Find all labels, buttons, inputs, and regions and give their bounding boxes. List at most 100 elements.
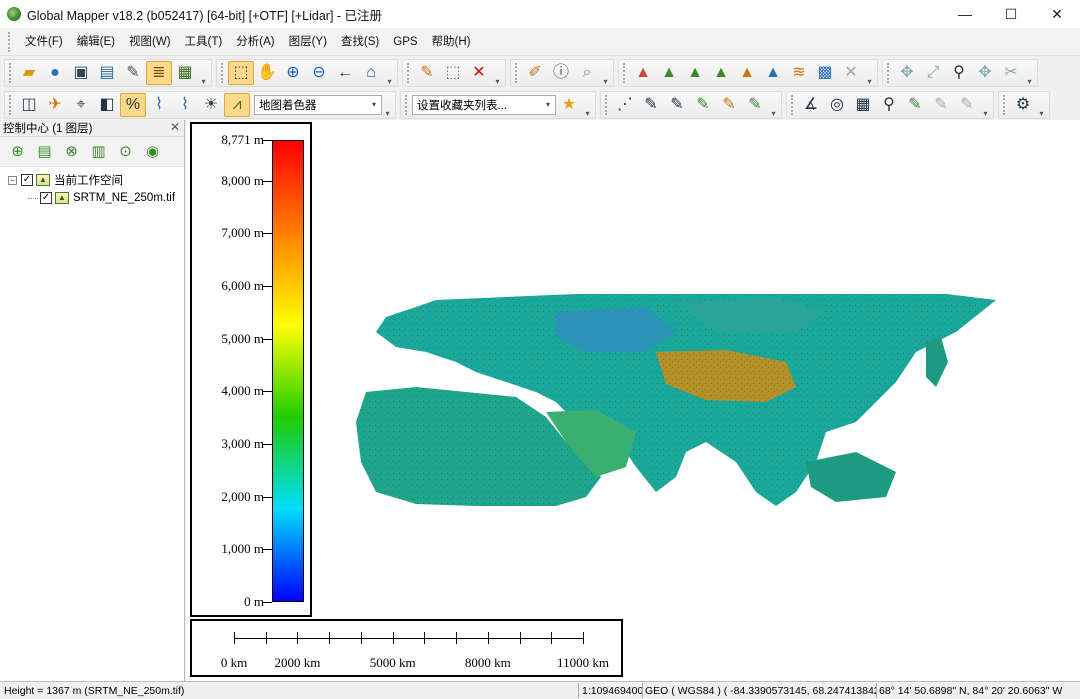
menu-gps[interactable]: GPS	[386, 31, 424, 53]
pencil-icon[interactable]: ✎	[414, 61, 440, 85]
contour-icon[interactable]: ≋	[786, 61, 812, 85]
menu-grip[interactable]	[8, 31, 12, 52]
info-icon[interactable]: ⓘ	[548, 61, 574, 85]
layer-metadata-icon[interactable]: ▥	[85, 140, 112, 164]
scale-icon[interactable]: ⤢	[920, 61, 946, 85]
chevron-down-icon[interactable]: ▾	[1026, 60, 1033, 86]
zoom-layer-icon[interactable]: ⊕	[4, 140, 31, 164]
water-level-icon[interactable]: ⌇	[146, 93, 172, 117]
tools-disabled-icon[interactable]: ✕	[838, 61, 864, 85]
shader-select[interactable]: 地图着色器 ▾	[254, 94, 382, 115]
zoom-out-icon[interactable]: ⊖	[306, 61, 332, 85]
toolbar-grip[interactable]	[405, 94, 408, 115]
create-range-icon[interactable]: ✎	[716, 93, 742, 117]
create-point-icon[interactable]: ⋰	[612, 93, 638, 117]
pan-hand-icon[interactable]: ✋	[254, 61, 280, 85]
menu-edit[interactable]: 编辑(E)	[70, 31, 122, 53]
split-icon[interactable]: ✂	[998, 61, 1024, 85]
menu-tools[interactable]: 工具(T)	[178, 31, 230, 53]
maximize-button[interactable]: ☐	[988, 0, 1034, 28]
toolbar-grip[interactable]	[605, 94, 608, 115]
chevron-down-icon[interactable]: ▾	[866, 60, 873, 86]
zoom-in-icon[interactable]: ⊕	[280, 61, 306, 85]
wrench-icon[interactable]: ✎	[120, 61, 146, 85]
toolbar-grip[interactable]	[9, 63, 12, 83]
menu-search[interactable]: 查找(S)	[334, 31, 386, 53]
ruler-icon[interactable]: ✐	[522, 61, 548, 85]
terrain-green-icon[interactable]: ▲	[656, 61, 682, 85]
chevron-down-icon[interactable]: ▾	[200, 60, 207, 86]
chevron-down-icon[interactable]: ▾	[982, 92, 989, 118]
crosshair-icon[interactable]: ⌖	[68, 93, 94, 117]
chevron-down-icon[interactable]: ▾	[367, 96, 381, 114]
home-icon[interactable]: ⌂	[358, 61, 384, 85]
map-view[interactable]: 8,771 m 8,000 m 7,000 m 6,000 m 5,000 m 4,000…	[186, 120, 1080, 681]
pencil-disabled-icon[interactable]: ✎	[928, 93, 954, 117]
menu-file[interactable]: 文件(F)	[18, 31, 70, 53]
delete-x-icon[interactable]: ✕	[466, 61, 492, 85]
pencil-edit-icon[interactable]: ✎	[902, 93, 928, 117]
angle-icon[interactable]: ∡	[798, 93, 824, 117]
chevron-down-icon[interactable]: ▾	[386, 60, 393, 86]
menu-view[interactable]: 视图(W)	[122, 31, 178, 53]
root-checkbox[interactable]: ✓	[21, 174, 33, 186]
sun-icon[interactable]: ☀	[198, 93, 224, 117]
globe-icon[interactable]: ●	[42, 61, 68, 85]
toolbar-grip[interactable]	[9, 94, 12, 115]
viewshed-icon[interactable]: ▲	[734, 61, 760, 85]
create-buffer-icon[interactable]: ✎	[742, 93, 768, 117]
vertex-edit-icon[interactable]: ⚲	[946, 61, 972, 85]
map-layout-icon[interactable]: ▦	[172, 61, 198, 85]
path-profile-icon[interactable]: ✈	[42, 93, 68, 117]
light-icon[interactable]: ⌇	[172, 93, 198, 117]
zoom-full-icon[interactable]: ⊙	[112, 140, 139, 164]
collapse-icon[interactable]: −	[8, 175, 17, 185]
select-rect-icon[interactable]: ⬚	[440, 61, 466, 85]
minimize-button[interactable]: —	[942, 0, 988, 28]
create-arc-icon[interactable]: ✎	[664, 93, 690, 117]
watershed-icon[interactable]: ▲	[760, 61, 786, 85]
close-button[interactable]: ✕	[1034, 0, 1080, 28]
search-feature-icon[interactable]: ⌕	[574, 61, 600, 85]
close-icon[interactable]: ✕	[170, 120, 180, 134]
layer-options-icon[interactable]: ▤	[31, 140, 58, 164]
menu-analysis[interactable]: 分析(A)	[229, 31, 281, 53]
star-icon[interactable]: ★	[556, 93, 582, 117]
toolbar-grip[interactable]	[887, 63, 890, 83]
terrain-profile-icon[interactable]: ▲	[682, 61, 708, 85]
toolbar-grip[interactable]	[407, 63, 410, 83]
open-folder-icon[interactable]: ▰	[16, 61, 42, 85]
terrain-icon[interactable]: ▲	[630, 61, 656, 85]
chevron-down-icon[interactable]: ▾	[541, 96, 555, 114]
chevron-down-icon[interactable]: ▾	[584, 92, 591, 118]
chevron-down-icon[interactable]: ▾	[602, 60, 609, 86]
toolbar-grip[interactable]	[623, 63, 626, 83]
toolbar-grip[interactable]	[791, 94, 794, 115]
shader-icon[interactable]: ⩘	[224, 92, 250, 117]
edit-disabled-icon[interactable]: ✎	[954, 93, 980, 117]
favorites-select[interactable]: 设置收藏夹列表... ▾	[412, 94, 556, 115]
move-icon[interactable]: ✥	[894, 61, 920, 85]
create-area-icon[interactable]: ✎	[690, 93, 716, 117]
workspace-icon[interactable]: ▤	[94, 61, 120, 85]
zoom-select-icon[interactable]: ⬚	[228, 61, 254, 85]
toolbar-grip[interactable]	[1003, 94, 1006, 115]
tree-root-row[interactable]: − ✓ ▲ 当前工作空间	[0, 171, 184, 189]
eye-icon[interactable]: ◉	[139, 140, 166, 164]
create-line-icon[interactable]: ✎	[638, 93, 664, 117]
chevron-down-icon[interactable]: ▾	[384, 92, 391, 118]
terrain-volume-icon[interactable]: ▲	[708, 61, 734, 85]
grid-icon[interactable]: ▦	[850, 93, 876, 117]
snap-icon[interactable]: ⚲	[876, 93, 902, 117]
chevron-down-icon[interactable]: ▾	[770, 92, 777, 118]
menu-layer[interactable]: 图层(Y)	[282, 31, 334, 53]
3d-view-icon[interactable]: ◧	[94, 93, 120, 117]
target-icon[interactable]: ◎	[824, 93, 850, 117]
back-arrow-icon[interactable]: ←	[332, 61, 358, 85]
tree-layer-row[interactable]: ✓ ▲ SRTM_NE_250m.tif	[0, 189, 184, 207]
chevron-down-icon[interactable]: ▾	[494, 60, 501, 86]
layers-icon[interactable]: ≣	[146, 61, 172, 85]
save-icon[interactable]: ▣	[68, 61, 94, 85]
split-view-icon[interactable]: ◫	[16, 93, 42, 117]
toolbar-grip[interactable]	[221, 63, 224, 83]
